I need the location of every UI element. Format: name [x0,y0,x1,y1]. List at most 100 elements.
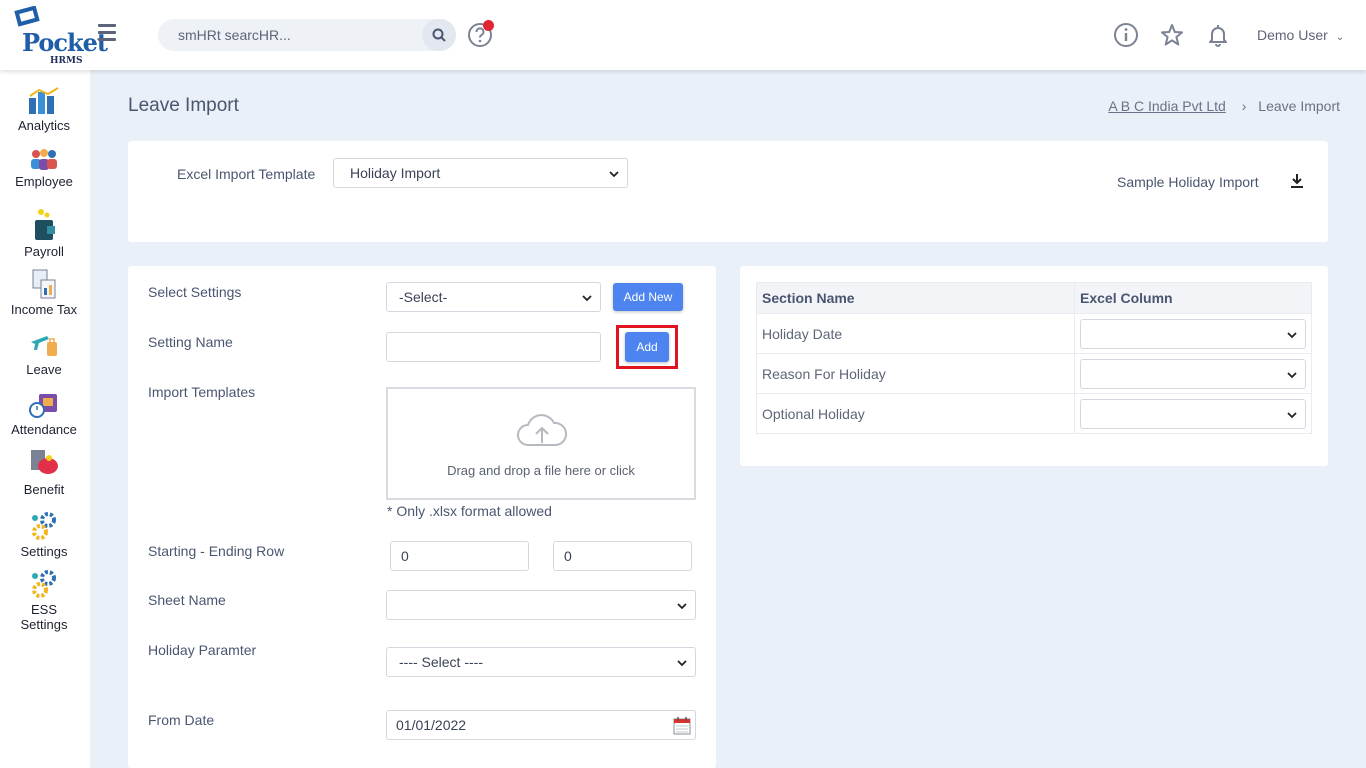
logo-text: Pocket [22,28,108,57]
sample-download-link[interactable]: Sample Holiday Import [1117,174,1259,190]
sidebar-item-payroll[interactable]: Payroll [0,206,88,259]
section-name-cell: Reason For Holiday [756,353,1075,394]
chevron-right-icon: › [1241,98,1247,114]
notification-dot [483,20,494,31]
section-name-cell: Holiday Date [756,313,1075,354]
select-settings-label: Select Settings [148,284,242,300]
payroll-icon [35,209,55,240]
breadcrumb: A B C India Pvt Ltd › Leave Import [1108,98,1340,114]
info-icon[interactable] [1113,22,1139,48]
excel-template-value: Holiday Import [350,165,441,181]
breadcrumb-company-link[interactable]: A B C India Pvt Ltd [1108,98,1226,114]
sidebar-item-label: Settings [20,617,68,632]
page-title: Leave Import [128,95,239,116]
search-input[interactable] [158,19,420,51]
sidebar-item-label: Settings [20,544,68,559]
employee-icon [31,149,57,170]
column-mapping-card: Section Name Excel Column Holiday Date R… [740,266,1328,466]
sidebar-item-employee[interactable]: Employee [0,148,88,189]
chevron-down-icon [1287,371,1297,378]
table-row: Reason For Holiday [756,353,1312,394]
section-name-header: Section Name [756,282,1075,314]
sidebar-item-label: Leave [26,362,62,377]
sidebar-item-attendance[interactable]: Attendance [0,390,88,437]
format-hint: * Only .xlsx format allowed [387,503,552,519]
attendance-icon [29,394,57,418]
table-row: Optional Holiday [756,393,1312,434]
leave-icon [31,336,57,356]
income-tax-icon [32,269,56,299]
end-row-input[interactable] [553,541,692,571]
select-settings-dropdown[interactable]: -Select- [386,282,601,312]
sheet-name-select[interactable] [386,590,696,620]
chevron-down-icon [1287,411,1297,418]
chevron-down-icon [582,295,592,302]
holiday-param-select[interactable]: ---- Select ---- [386,647,696,677]
file-dropzone[interactable]: Drag and drop a file here or click [386,387,696,500]
sidebar-item-ess-settings[interactable]: ESS Settings [0,568,88,632]
analytics-icon [29,87,59,114]
section-name-cell: Optional Holiday [756,393,1075,434]
excel-column-header: Excel Column [1074,282,1312,314]
excel-column-select[interactable] [1080,398,1306,429]
search-icon[interactable] [422,19,456,51]
sidebar-item-settings[interactable]: Settings [0,510,88,559]
settings-icon [32,512,56,540]
rows-label: Starting - Ending Row [148,543,285,559]
download-icon[interactable] [1290,173,1304,189]
dropzone-text: Drag and drop a file here or click [447,463,635,478]
select-settings-value: -Select- [399,289,448,305]
chevron-down-icon [677,603,687,610]
sidebar: Analytics Employee Payroll Income Tax Le… [0,70,90,768]
menu-toggle-icon[interactable] [98,24,116,44]
excel-template-label: Excel Import Template [177,166,316,182]
sidebar-item-label: Attendance [11,422,77,437]
user-menu[interactable]: Demo User ⌄ [1257,27,1344,43]
setting-name-input[interactable] [386,332,601,362]
column-mapping-table: Section Name Excel Column Holiday Date R… [756,282,1312,434]
sidebar-item-label: Employee [15,174,73,189]
import-templates-label: Import Templates [148,384,256,400]
table-row: Holiday Date [756,313,1312,354]
excel-column-select[interactable] [1080,318,1306,349]
holiday-param-value: ---- Select ---- [399,654,483,670]
global-search [158,19,456,51]
user-name: Demo User [1257,27,1328,43]
logo-subtext: HRMS [50,56,83,66]
chevron-down-icon [677,660,687,667]
add-new-button[interactable]: Add New [613,283,683,311]
excel-template-select[interactable]: Holiday Import [333,158,628,188]
sidebar-item-analytics[interactable]: Analytics [0,86,88,133]
from-date-input[interactable]: 01/01/2022 [386,710,696,740]
benefit-icon [31,450,58,474]
chevron-down-icon [609,171,619,178]
sidebar-item-label: Payroll [24,244,64,259]
ess-settings-icon [32,570,56,598]
from-date-label: From Date [148,712,215,728]
chevron-down-icon [1287,331,1297,338]
cloud-upload-icon [517,414,568,446]
template-card: Excel Import Template Holiday Import Sam… [128,141,1328,242]
sidebar-item-benefit[interactable]: Benefit [0,448,88,497]
breadcrumb-current: Leave Import [1258,98,1340,114]
sidebar-item-label: Benefit [23,482,65,497]
sidebar-item-label: Analytics [17,118,71,133]
calendar-icon[interactable] [673,716,691,735]
setting-name-label: Setting Name [148,334,233,350]
bell-icon[interactable] [1205,22,1231,48]
excel-column-select[interactable] [1080,358,1306,389]
app-logo[interactable]: Pocket HRMS [10,5,108,66]
sidebar-item-label: Income Tax [10,302,78,317]
chevron-down-icon: ⌄ [1335,32,1345,43]
add-setting-button[interactable]: Add [625,332,669,362]
top-header: Pocket HRMS Demo User ⌄ [0,0,1366,70]
import-form-card: Select Settings -Select- Add New Setting… [128,266,716,768]
star-icon[interactable] [1159,22,1185,48]
sidebar-item-label: ESS [30,602,57,617]
sheet-name-label: Sheet Name [148,592,226,608]
sidebar-item-leave[interactable]: Leave [0,330,88,377]
from-date-value: 01/01/2022 [396,717,467,733]
start-row-input[interactable] [390,541,529,571]
sidebar-item-income-tax[interactable]: Income Tax [0,268,88,317]
holiday-param-label: Holiday Paramter [148,642,257,658]
